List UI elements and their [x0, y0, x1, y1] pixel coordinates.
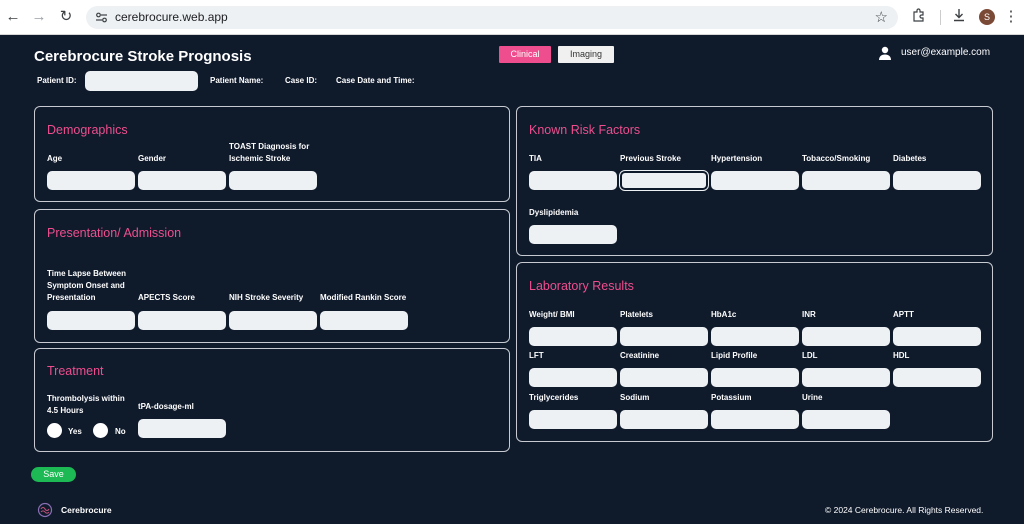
rankin-label: Modified Rankin Score — [320, 293, 407, 302]
lab-input-triglycerides[interactable] — [529, 410, 617, 429]
forward-icon[interactable]: → — [30, 8, 48, 26]
lab-results-title: Laboratory Results — [529, 279, 634, 293]
lab-input-creatinine[interactable] — [620, 368, 708, 387]
lab-label-hba1c: HbA1c — [711, 310, 737, 319]
demographics-title: Demographics — [47, 123, 128, 137]
yes-label: Yes — [68, 427, 82, 436]
lab-label-weight: Weight/ BMI — [529, 310, 575, 319]
brain-logo-icon — [37, 502, 53, 518]
tab-imaging[interactable]: Imaging — [558, 46, 614, 63]
lab-label-triglycerides: Triglycerides — [529, 393, 579, 402]
lab-label-platelets: Platelets — [620, 310, 653, 319]
risk-factors-title: Known Risk Factors — [529, 123, 641, 137]
toast-input[interactable] — [229, 171, 317, 190]
nih-label: NIH Stroke Severity — [229, 293, 304, 302]
toolbar-divider — [940, 10, 941, 25]
lab-label-inr: INR — [802, 310, 816, 319]
page-title: Cerebrocure Stroke Prognosis — [34, 48, 252, 65]
site-settings-icon[interactable] — [95, 11, 108, 24]
tia-input[interactable] — [529, 171, 617, 190]
app-body: Cerebrocure Stroke Prognosis Clinical Im… — [0, 36, 1024, 524]
gender-input[interactable] — [138, 171, 226, 190]
time-lapse-label: Time Lapse Between Symptom Onset and Pre… — [47, 269, 126, 302]
tia-label: TIA — [529, 154, 542, 163]
presentation-title: Presentation/ Admission — [47, 226, 182, 240]
tpa-label: tPA-dosage-ml — [138, 402, 194, 411]
address-bar[interactable]: cerebrocure.web.app ☆ — [86, 6, 898, 29]
lab-label-aptt: APTT — [893, 310, 914, 319]
apects-input[interactable] — [138, 311, 226, 330]
yes-radio[interactable] — [47, 423, 62, 438]
case-id-label: Case ID: — [285, 76, 318, 85]
patient-name-label: Patient Name: — [210, 76, 264, 85]
menu-dots-icon[interactable]: ⋮ — [1002, 8, 1020, 26]
lab-input-lipid-profile[interactable] — [711, 368, 799, 387]
patient-id-input[interactable] — [85, 71, 198, 91]
tobacco-label: Tobacco/Smoking — [802, 154, 871, 163]
risk-factors-card: Known Risk Factors TIA Previous Stroke H… — [516, 106, 993, 256]
lab-input-inr[interactable] — [802, 327, 890, 346]
time-lapse-input[interactable] — [47, 311, 135, 330]
diabetes-input[interactable] — [893, 171, 981, 190]
gender-label: Gender — [138, 154, 167, 163]
age-input[interactable] — [47, 171, 135, 190]
previous-stroke-label: Previous Stroke — [620, 154, 681, 163]
lab-input-hdl[interactable] — [893, 368, 981, 387]
lab-results-card: Laboratory Results Weight/ BMI Platelets… — [516, 262, 993, 442]
lab-input-weight[interactable] — [529, 327, 617, 346]
lab-label-lft: LFT — [529, 351, 544, 360]
case-datetime-label: Case Date and Time: — [336, 76, 415, 85]
back-icon[interactable]: ← — [4, 8, 22, 26]
lab-input-platelets[interactable] — [620, 327, 708, 346]
lab-input-urine[interactable] — [802, 410, 890, 429]
footer-brand: Cerebrocure — [61, 505, 112, 515]
age-label: Age — [47, 154, 63, 163]
dyslipidemia-label: Dyslipidemia — [529, 208, 579, 217]
tpa-input[interactable] — [138, 419, 226, 438]
lab-label-lipid-profile: Lipid Profile — [711, 351, 758, 360]
no-label: No — [115, 427, 126, 436]
lab-label-potassium: Potassium — [711, 393, 752, 402]
lab-label-creatinine: Creatinine — [620, 351, 660, 360]
no-radio[interactable] — [93, 423, 108, 438]
lab-input-potassium[interactable] — [711, 410, 799, 429]
lab-label-hdl: HDL — [893, 351, 910, 360]
download-icon[interactable] — [952, 8, 966, 22]
save-button[interactable]: Save — [31, 467, 76, 482]
hypertension-input[interactable] — [711, 171, 799, 190]
rankin-input[interactable] — [320, 311, 408, 330]
url-text: cerebrocure.web.app — [115, 10, 228, 24]
presentation-card: Presentation/ Admission Time Lapse Betwe… — [34, 209, 510, 343]
patient-id-label: Patient ID: — [37, 76, 77, 85]
lab-label-sodium: Sodium — [620, 393, 650, 402]
demographics-card: Demographics Age Gender TOAST Diagnosis … — [34, 106, 510, 202]
lab-input-hba1c[interactable] — [711, 327, 799, 346]
bookmark-star-icon[interactable]: ☆ — [875, 8, 888, 26]
tobacco-input[interactable] — [802, 171, 890, 190]
user-email: user@example.com — [901, 47, 991, 58]
extensions-icon[interactable] — [912, 8, 926, 22]
lab-label-ldl: LDL — [802, 351, 818, 360]
profile-avatar[interactable]: S — [979, 9, 995, 25]
thrombolysis-label: Thrombolysis within 4.5 Hours — [47, 394, 125, 415]
treatment-card: Treatment Thrombolysis within 4.5 Hours … — [34, 348, 510, 452]
user-icon — [879, 46, 891, 60]
apects-label: APECTS Score — [138, 293, 195, 302]
lab-input-lft[interactable] — [529, 368, 617, 387]
browser-toolbar: ← → ↻ cerebrocure.web.app ☆ S ⋮ — [0, 0, 1024, 35]
nih-input[interactable] — [229, 311, 317, 330]
diabetes-label: Diabetes — [893, 154, 927, 163]
toast-label: TOAST Diagnosis for Ischemic Stroke — [229, 142, 310, 163]
tab-clinical[interactable]: Clinical — [499, 46, 551, 63]
reload-icon[interactable]: ↻ — [57, 8, 75, 26]
footer-copyright: © 2024 Cerebrocure. All Rights Reserved. — [825, 505, 984, 515]
treatment-title: Treatment — [47, 364, 104, 378]
lab-input-aptt[interactable] — [893, 327, 981, 346]
lab-input-ldl[interactable] — [802, 368, 890, 387]
hypertension-label: Hypertension — [711, 154, 763, 163]
lab-input-sodium[interactable] — [620, 410, 708, 429]
dyslipidemia-input[interactable] — [529, 225, 617, 244]
previous-stroke-input[interactable] — [619, 170, 709, 191]
lab-label-urine: Urine — [802, 393, 823, 402]
